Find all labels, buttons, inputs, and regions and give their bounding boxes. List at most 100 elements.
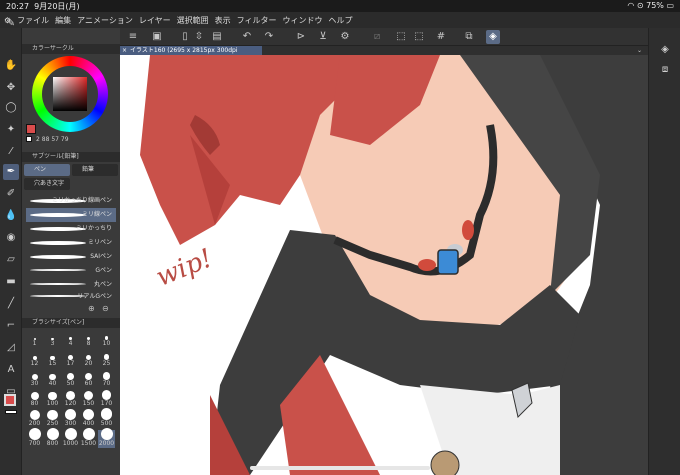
brush-size-800[interactable]: 800: [44, 428, 61, 448]
page-sort-icon[interactable]: ⇳: [192, 30, 206, 44]
document-tab[interactable]: ×イラスト160 (2695 x 2815px 300dpi 195.2%): [120, 46, 262, 63]
tab-pen[interactable]: ペン: [24, 164, 70, 176]
menu-help[interactable]: ヘルプ: [328, 15, 352, 26]
brush-item[interactable]: リアルGペン: [26, 290, 116, 304]
save-icon[interactable]: ▤: [210, 30, 224, 44]
status-bar: 20:27 9月20日(月) ◠ ⊙ 75% ▭: [0, 0, 680, 12]
menu-selection[interactable]: 選択範囲: [177, 15, 209, 26]
menu-window[interactable]: ウィンドウ: [282, 15, 322, 26]
undo-icon[interactable]: ↶: [240, 30, 254, 44]
brush-size-500[interactable]: 500: [98, 408, 115, 428]
brush-size-2000[interactable]: 2000: [98, 428, 115, 448]
move-icon[interactable]: ✥: [3, 80, 19, 96]
color-square[interactable]: [53, 77, 87, 111]
brush-label: リアルGペン: [77, 293, 112, 300]
menu-animation[interactable]: アニメーション: [77, 15, 133, 26]
color-value-1: 2: [36, 136, 40, 143]
media-icon[interactable]: ▣: [150, 30, 164, 44]
layer-settings-icon[interactable]: ⚙: [338, 30, 352, 44]
fill-icon[interactable]: ◉: [3, 230, 19, 246]
layers-icon[interactable]: ◈: [657, 42, 673, 58]
frame-icon[interactable]: ⌐: [3, 318, 19, 334]
brush-size-8[interactable]: 8: [80, 330, 97, 348]
flip-vertical-icon[interactable]: ⊻: [316, 30, 330, 44]
brush-size-150[interactable]: 150: [80, 390, 97, 408]
selection-icon[interactable]: ⬚: [412, 30, 426, 44]
brush-label: ミリ線ペン: [81, 211, 112, 218]
menu-file[interactable]: ファイル: [17, 15, 49, 26]
drawing-canvas[interactable]: wip!: [120, 55, 648, 475]
brush-size-3[interactable]: 3: [44, 330, 61, 348]
reference-icon[interactable]: ⧉: [462, 30, 476, 44]
tab-pencil[interactable]: 鉛筆: [72, 164, 118, 176]
add-brush-icon[interactable]: ⊕: [88, 304, 95, 313]
hand-icon[interactable]: ✋: [3, 58, 19, 74]
sub-color-swatch[interactable]: [5, 410, 17, 414]
brush-size-60[interactable]: 60: [80, 370, 97, 388]
brush-size-30[interactable]: 30: [26, 370, 43, 388]
brush-size-100[interactable]: 100: [44, 390, 61, 408]
brush-item[interactable]: SAIペン: [26, 250, 116, 264]
brush-item[interactable]: ミリペン: [26, 236, 116, 250]
line-icon[interactable]: ╱: [3, 296, 19, 312]
delete-brush-icon[interactable]: ⊖: [102, 304, 109, 313]
brush-size-10[interactable]: 10: [98, 330, 115, 348]
brush-size-1000[interactable]: 1000: [62, 428, 79, 448]
current-color-swatch[interactable]: [26, 124, 36, 134]
tab-extra[interactable]: 穴あき文字: [24, 178, 70, 190]
brush-size-25[interactable]: 25: [98, 350, 115, 368]
brush-size-50[interactable]: 50: [62, 370, 79, 388]
color-values: 2 88 57 79: [36, 136, 69, 143]
brush-size-70[interactable]: 70: [98, 370, 115, 388]
menu-edit[interactable]: 編集: [55, 15, 71, 26]
chevron-down-icon[interactable]: ⌄: [637, 46, 642, 55]
redo-icon[interactable]: ↷: [262, 30, 276, 44]
blend-icon[interactable]: 💧: [3, 208, 19, 224]
eraser-icon[interactable]: ▱: [3, 252, 19, 268]
brush-size-200[interactable]: 200: [26, 410, 43, 428]
brush-size-300[interactable]: 300: [62, 409, 79, 428]
color-wheel[interactable]: [32, 56, 108, 132]
text-icon[interactable]: A: [3, 362, 19, 378]
transform-icon[interactable]: ⬚: [394, 30, 408, 44]
brush-size-80[interactable]: 80: [26, 390, 43, 408]
flip-horizontal-icon[interactable]: ⊳: [294, 30, 308, 44]
gradient-icon[interactable]: ▬: [3, 274, 19, 290]
grid-icon[interactable]: #: [434, 30, 448, 44]
brush-size-250[interactable]: 250: [44, 409, 61, 428]
brush-item-selected[interactable]: ミリ線ペン: [26, 208, 116, 222]
menu-view[interactable]: 表示: [215, 15, 231, 26]
close-icon[interactable]: ×: [122, 46, 127, 55]
layer-properties-icon[interactable]: ⧈: [657, 62, 673, 78]
main-color-swatch[interactable]: [4, 394, 16, 406]
menu-filter[interactable]: フィルター: [237, 15, 277, 26]
transparent-swatch[interactable]: [26, 136, 32, 142]
clear-icon[interactable]: ⧄: [370, 30, 384, 44]
brush-size-12[interactable]: 12: [26, 350, 43, 368]
brush-size-15[interactable]: 15: [44, 350, 61, 368]
brush-size-4[interactable]: 4: [62, 330, 79, 348]
brush-size-17[interactable]: 17: [62, 350, 79, 368]
menu-layer[interactable]: レイヤー: [139, 15, 171, 26]
settings-icon[interactable]: ✎: [3, 16, 19, 32]
brush-icon[interactable]: ✐: [3, 186, 19, 202]
pen-icon[interactable]: ✒: [3, 164, 19, 180]
brush-size-1500[interactable]: 1500: [80, 428, 97, 448]
lasso-icon[interactable]: ◯: [3, 100, 19, 116]
brush-size-700[interactable]: 700: [26, 428, 43, 448]
brush-size-20[interactable]: 20: [80, 350, 97, 368]
magic-wand-icon[interactable]: ✦: [3, 122, 19, 138]
brush-size-1[interactable]: 1: [26, 330, 43, 348]
layers-stack-icon[interactable]: ◈: [486, 30, 500, 44]
brush-size-40[interactable]: 40: [44, 370, 61, 388]
eyedropper-icon[interactable]: ⁄: [3, 144, 19, 160]
brush-size-400[interactable]: 400: [80, 408, 97, 428]
brush-size-170[interactable]: 170: [98, 390, 115, 408]
hamburger-icon[interactable]: ≡: [126, 30, 140, 44]
brush-size-120[interactable]: 120: [62, 390, 79, 408]
new-document-icon[interactable]: ▯: [178, 30, 192, 44]
ruler-icon[interactable]: ◿: [3, 340, 19, 356]
brush-item[interactable]: ミリかっちり線画ペン: [26, 194, 116, 208]
brush-item[interactable]: Gペン: [26, 264, 116, 278]
brush-item[interactable]: ミリかっちり: [26, 222, 116, 236]
